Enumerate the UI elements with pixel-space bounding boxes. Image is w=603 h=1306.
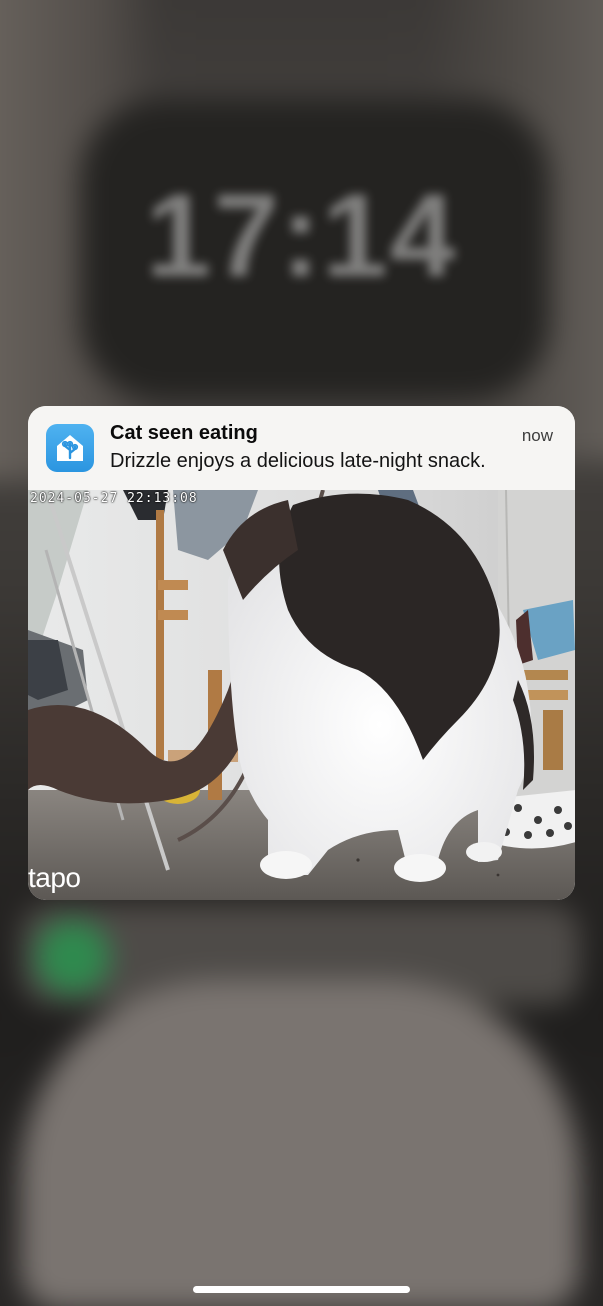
lock-screen: 17:14 Cat seen eating now Drizzle enjoys…	[0, 0, 603, 1306]
notification-title: Cat seen eating	[110, 422, 258, 444]
notification-card[interactable]: Cat seen eating now Drizzle enjoys a del…	[28, 406, 575, 900]
camera-timestamp: 2024-05-27 22:13:08	[30, 491, 198, 506]
home-indicator[interactable]	[193, 1286, 410, 1293]
camera-snapshot[interactable]: 2024-05-27 22:13:08 tapo	[28, 490, 575, 900]
notification-header[interactable]: Cat seen eating now Drizzle enjoys a del…	[28, 406, 575, 490]
notification-body: Drizzle enjoys a delicious late-night sn…	[110, 450, 486, 472]
lock-screen-time: 17:14	[145, 170, 458, 302]
home-app-icon	[46, 424, 94, 472]
tapo-logo: tapo	[28, 862, 81, 893]
notification-time: now	[521, 426, 553, 445]
cat-camera-image	[28, 490, 575, 900]
